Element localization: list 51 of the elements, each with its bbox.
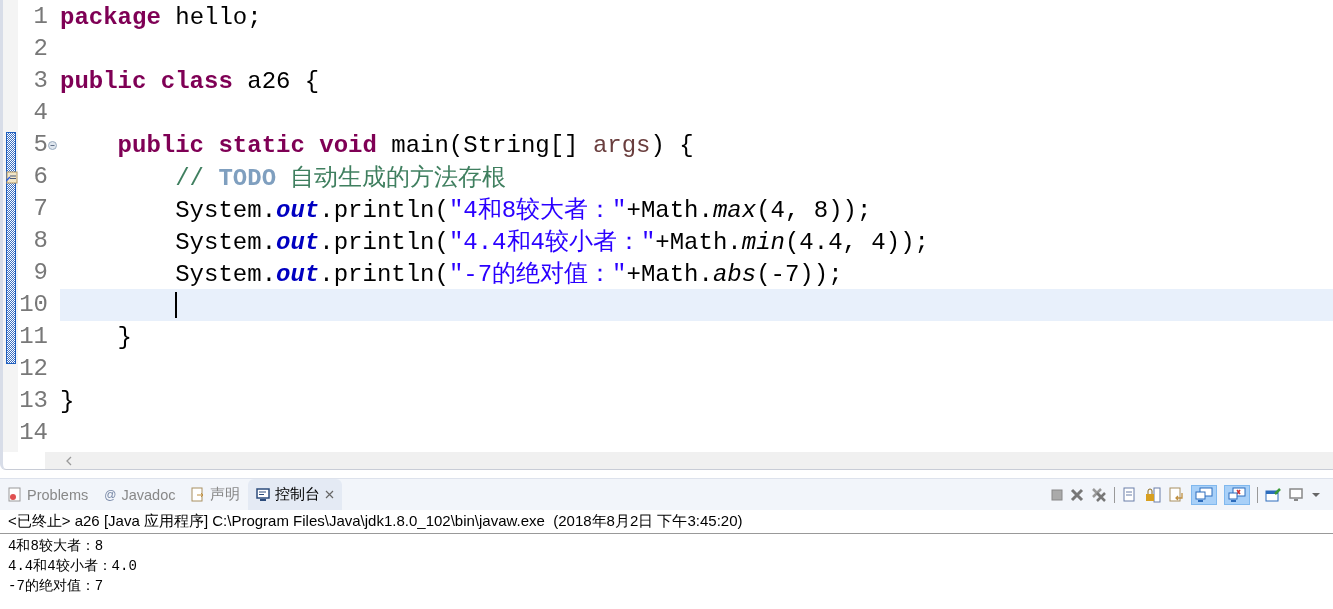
remove-icon[interactable] — [1070, 487, 1084, 502]
problems-icon — [8, 486, 22, 503]
line-number: 2 — [32, 34, 48, 64]
console-output-line: 4.4和4较小者：4.0 — [8, 557, 138, 576]
code-line: } — [60, 387, 75, 415]
panel-tab[interactable]: 声明 — [183, 479, 249, 510]
at-sign-icon: @ — [104, 487, 117, 502]
console-output-line: 4和8较大者：8 — [8, 537, 105, 556]
line-number: 10 — [18, 290, 48, 320]
code-line: System.out.println("4.4和4较小者："+Math.min(4.4, 4)); — [175, 228, 929, 257]
line-number: 13 — [18, 386, 48, 416]
line-number: 4 — [32, 98, 48, 128]
close-icon[interactable] — [325, 490, 335, 499]
panel-tab[interactable]: Problems — [0, 479, 97, 510]
code-line: package hello; — [60, 3, 262, 31]
panel-tab[interactable]: 控制台 — [248, 479, 343, 510]
line-number: 8 — [32, 226, 48, 256]
console-header: <已终止> a26 [Java 应用程序] C:\Program Files\Java\jdk1.8.0_102\bin\javaw.exe (2018年8月2日 下午3:45:20) — [0, 510, 1333, 534]
console-output-line: -7的绝对值：7 — [8, 577, 105, 596]
line-number: 9 — [32, 258, 48, 288]
remove-all-icon[interactable] — [1091, 486, 1107, 503]
code-line: // TODO 自动生成的方法存根 — [175, 163, 507, 193]
stop-icon[interactable] — [1051, 488, 1063, 501]
line-number: 3 — [32, 66, 48, 96]
monitor-error-button[interactable] — [1224, 484, 1250, 505]
code-line: System.out.println("4和8较大者："+Math.max(4, 8)); — [175, 196, 872, 225]
code-line: System.out.println("-7的绝对值："+Math.abs(-7)); — [175, 260, 843, 289]
display-icon[interactable] — [1288, 486, 1304, 503]
line-number: 1 — [32, 2, 48, 32]
line-number: 11 — [18, 322, 48, 352]
line-number: 12 — [18, 354, 48, 384]
monitor-error-icon — [1228, 486, 1246, 503]
line-number: 14 — [18, 418, 48, 448]
panel-tab[interactable]: @ Javadoc — [96, 479, 184, 510]
line-number: 6 — [32, 162, 48, 192]
code-line: public static void main(String[] args) { — [117, 131, 694, 159]
line-number: 7 — [32, 194, 48, 224]
code-line: } — [117, 323, 132, 351]
code-line: public class a26 { — [60, 67, 320, 95]
console-icon — [256, 487, 271, 502]
text-cursor — [175, 292, 178, 318]
horizontal-scrollbar[interactable] — [45, 452, 1333, 469]
collapse-icon[interactable] — [48, 140, 57, 150]
lock-icon[interactable] — [1145, 486, 1161, 503]
pin-icon[interactable] — [1265, 486, 1281, 503]
monitor-icon — [1195, 486, 1213, 503]
code-editor[interactable] — [0, 0, 1333, 470]
monitor-button[interactable] — [1191, 484, 1217, 505]
dropdown-icon[interactable] — [1311, 491, 1321, 498]
line-number: 5 — [32, 130, 48, 160]
scroll-left-icon[interactable] — [65, 455, 73, 466]
